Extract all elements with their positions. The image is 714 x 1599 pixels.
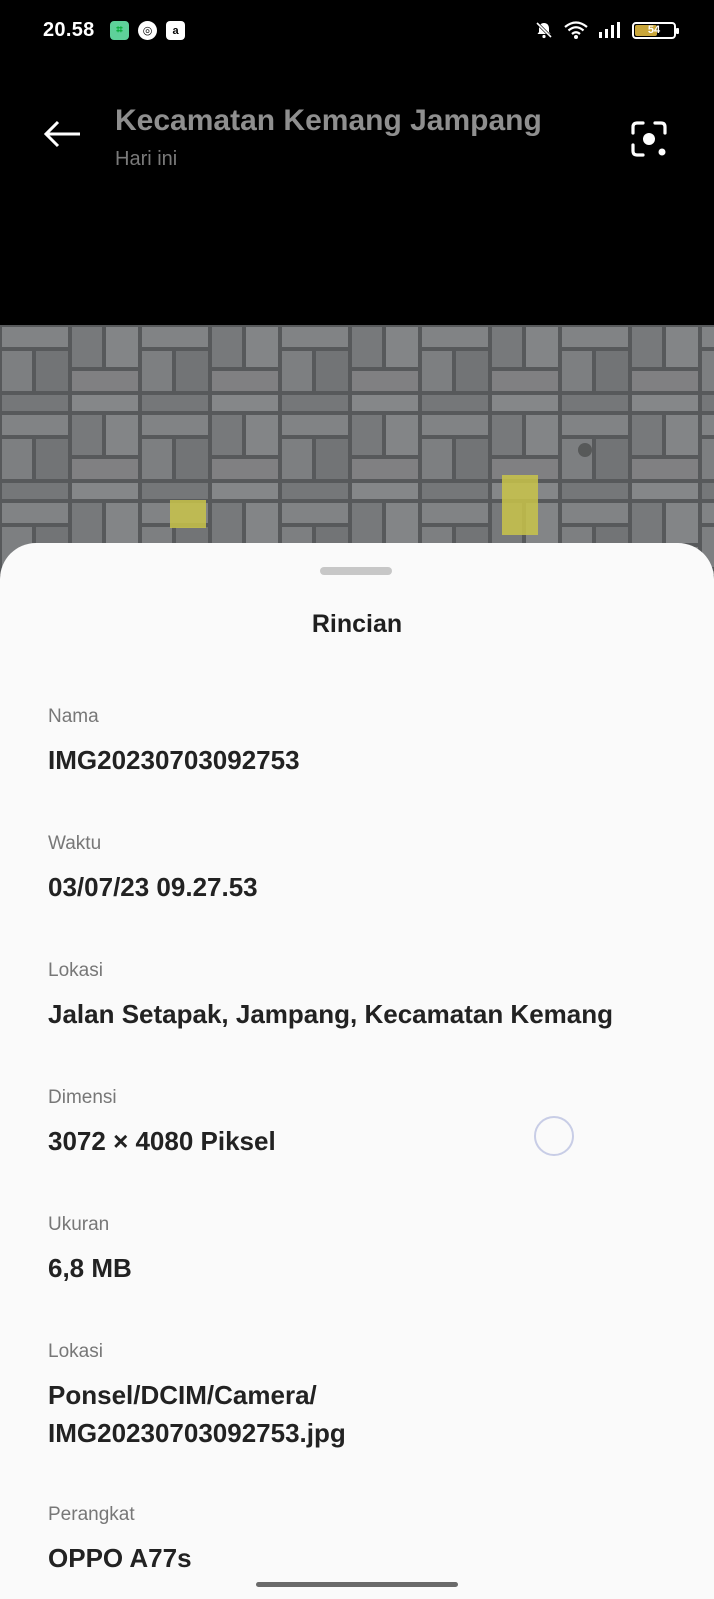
battery-icon: 54 <box>632 21 679 39</box>
page-title: Kecamatan Kemang Jampang <box>115 104 542 137</box>
chrome-icon: ◎ <box>138 21 157 40</box>
field-dimensions: Dimensi 3072 × 4080 Piksel <box>48 1087 688 1160</box>
lens-button[interactable] <box>626 116 672 162</box>
system-icons: 54 <box>534 20 679 40</box>
sheet-drag-handle[interactable] <box>320 567 392 575</box>
arrow-left-icon <box>43 120 80 148</box>
field-value: OPPO A77s <box>48 1543 192 1573</box>
photo-preview[interactable] <box>0 325 714 575</box>
page-subtitle: Hari ini <box>115 148 178 170</box>
field-value-line2: IMG20230703092753.jpg <box>48 1418 346 1448</box>
field-value-line1: Ponsel/DCIM/Camera/ <box>48 1380 317 1410</box>
field-value[interactable]: Jalan Setapak, Jampang, Kecamatan Kemang <box>48 995 688 1033</box>
field-label: Nama <box>48 706 99 727</box>
field-label: Perangkat <box>48 1504 135 1525</box>
signal-icon <box>599 22 620 38</box>
field-time: Waktu 03/07/23 09.27.53 <box>48 833 688 906</box>
field-label: Waktu <box>48 833 102 854</box>
gesture-nav-bar[interactable] <box>256 1582 458 1587</box>
field-size: Ukuran 6,8 MB <box>48 1214 688 1287</box>
battery-level: 54 <box>647 24 661 36</box>
notification-icons: ⌗ ◎ a <box>110 21 185 40</box>
field-value: 03/07/23 09.27.53 <box>48 872 258 902</box>
yellow-marking <box>170 500 206 528</box>
loading-spinner-icon <box>534 1116 574 1156</box>
field-location: Lokasi Jalan Setapak, Jampang, Kecamatan… <box>48 960 688 1033</box>
ai-app-icon: a <box>166 21 185 40</box>
field-label: Lokasi <box>48 1341 103 1362</box>
wifi-icon <box>564 21 588 39</box>
field-device: Perangkat OPPO A77s <box>48 1504 688 1577</box>
field-path: Lokasi Ponsel/DCIM/Camera/ IMG2023070309… <box>48 1341 688 1452</box>
lens-icon <box>631 121 667 157</box>
status-time: 20.58 <box>43 19 95 41</box>
field-label: Lokasi <box>48 960 103 981</box>
app-bar: Kecamatan Kemang Jampang Hari ini <box>0 64 714 184</box>
sheet-title: Rincian <box>311 610 403 638</box>
paving-photo <box>0 325 714 575</box>
status-bar: 20.58 ⌗ ◎ a 54 <box>0 0 714 64</box>
yellow-marking <box>502 475 538 535</box>
field-value: IMG20230703092753 <box>48 745 300 775</box>
teal-app-icon: ⌗ <box>110 21 129 40</box>
field-label: Dimensi <box>48 1087 117 1108</box>
field-value: 3072 × 4080 Piksel <box>48 1126 276 1156</box>
field-label: Ukuran <box>48 1214 110 1235</box>
mute-icon <box>535 21 553 39</box>
back-button[interactable] <box>40 112 84 156</box>
field-value: 6,8 MB <box>48 1253 132 1283</box>
details-sheet: Rincian Nama IMG20230703092753 Waktu 03/… <box>0 543 714 1599</box>
field-name: Nama IMG20230703092753 <box>48 706 688 779</box>
